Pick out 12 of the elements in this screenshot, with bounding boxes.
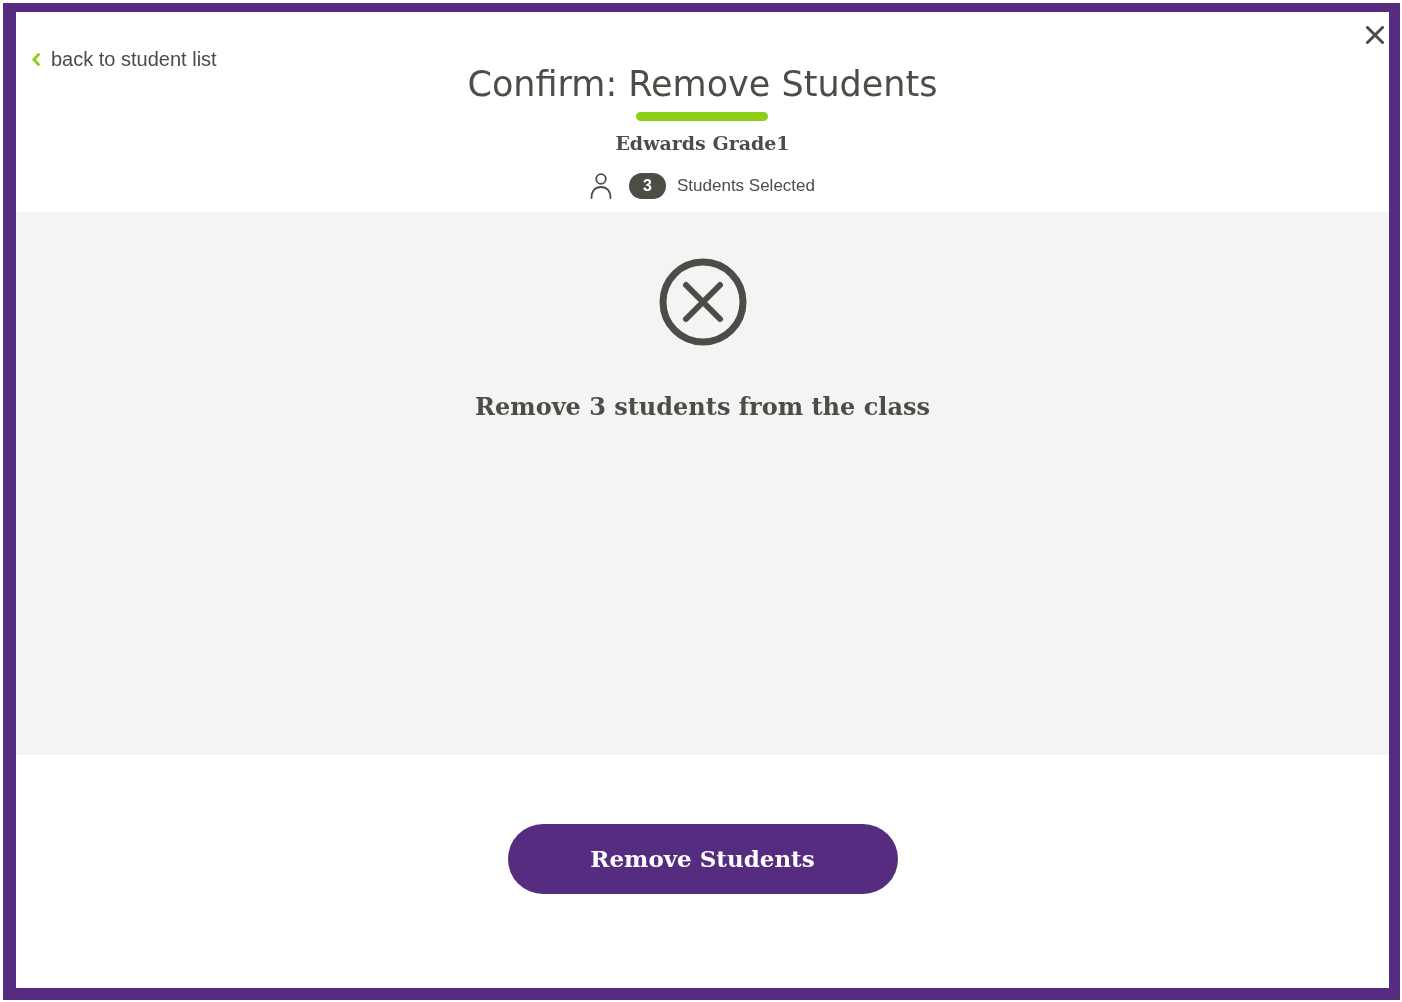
remove-students-button[interactable]: Remove Students xyxy=(507,824,898,894)
class-name: Edwards Grade1 xyxy=(615,131,790,155)
person-icon xyxy=(590,173,612,199)
dialog-title: Confirm: Remove Students xyxy=(467,63,938,106)
back-link[interactable]: back to student list xyxy=(32,47,217,71)
close-button[interactable] xyxy=(1366,26,1384,44)
circled-x-icon xyxy=(658,258,747,346)
close-icon xyxy=(1366,26,1384,44)
chevron-left-icon xyxy=(32,52,40,66)
count-badge: 3 xyxy=(629,173,666,199)
confirmation-message: Remove 3 students from the class xyxy=(475,391,930,423)
selection-label: Students Selected xyxy=(677,175,815,197)
